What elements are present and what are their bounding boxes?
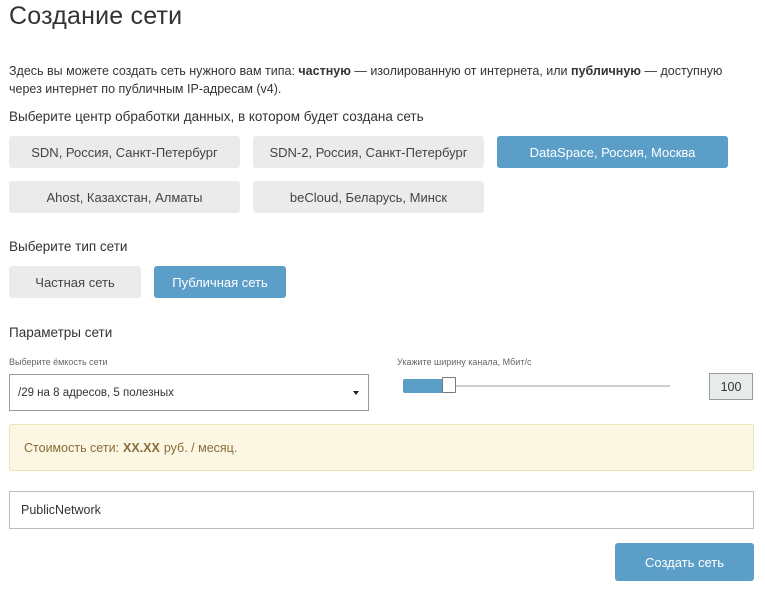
datacenter-option-ahost-almaty[interactable]: Ahost, Казахстан, Алматы: [9, 181, 240, 213]
chevron-down-icon: [353, 391, 359, 395]
intro-private-word: частную: [298, 64, 351, 78]
page-title: Создание сети: [9, 2, 183, 30]
network-type-label: Выберите тип сети: [9, 239, 128, 254]
cost-notice: Стоимость сети: XX.XX руб. / месяц.: [9, 424, 754, 471]
bandwidth-slider-fill: [403, 379, 445, 393]
bandwidth-value-field[interactable]: 100: [709, 373, 753, 400]
bandwidth-label: Укажите ширину канала, Мбит/с: [397, 357, 532, 367]
intro-text-part-1: Здесь вы можете создать сеть нужного вам…: [9, 64, 299, 78]
cost-amount: XX.XX: [123, 440, 160, 455]
capacity-select-value: /29 на 8 адресов, 5 полезных: [18, 386, 174, 399]
cost-suffix: руб. / месяц.: [163, 440, 238, 455]
capacity-select[interactable]: /29 на 8 адресов, 5 полезных: [9, 374, 369, 411]
create-network-button[interactable]: Создать сеть: [615, 543, 754, 581]
network-type-private-button[interactable]: Частная сеть: [9, 266, 141, 298]
intro-text: Здесь вы можете создать сеть нужного вам…: [9, 62, 744, 98]
bandwidth-slider[interactable]: [403, 377, 670, 393]
cost-prefix: Стоимость сети:: [24, 440, 120, 455]
bandwidth-slider-handle[interactable]: [442, 377, 456, 393]
intro-text-part-2: — изолированную от интернета, или: [350, 64, 572, 78]
datacenter-option-sdn2-spb[interactable]: SDN-2, Россия, Санкт-Петербург: [253, 136, 484, 168]
network-type-public-button[interactable]: Публичная сеть: [154, 266, 286, 298]
params-label: Параметры сети: [9, 325, 113, 340]
capacity-label: Выберите ёмкость сети: [9, 357, 108, 367]
network-name-input[interactable]: [9, 491, 754, 529]
datacenter-label: Выберите центр обработки данных, в котор…: [9, 109, 424, 124]
datacenter-option-becloud-minsk[interactable]: beCloud, Беларусь, Минск: [253, 181, 484, 213]
datacenter-option-dataspace-moscow[interactable]: DataSpace, Россия, Москва: [497, 136, 728, 168]
datacenter-option-sdn-spb[interactable]: SDN, Россия, Санкт-Петербург: [9, 136, 240, 168]
intro-public-word: публичную: [571, 64, 641, 78]
